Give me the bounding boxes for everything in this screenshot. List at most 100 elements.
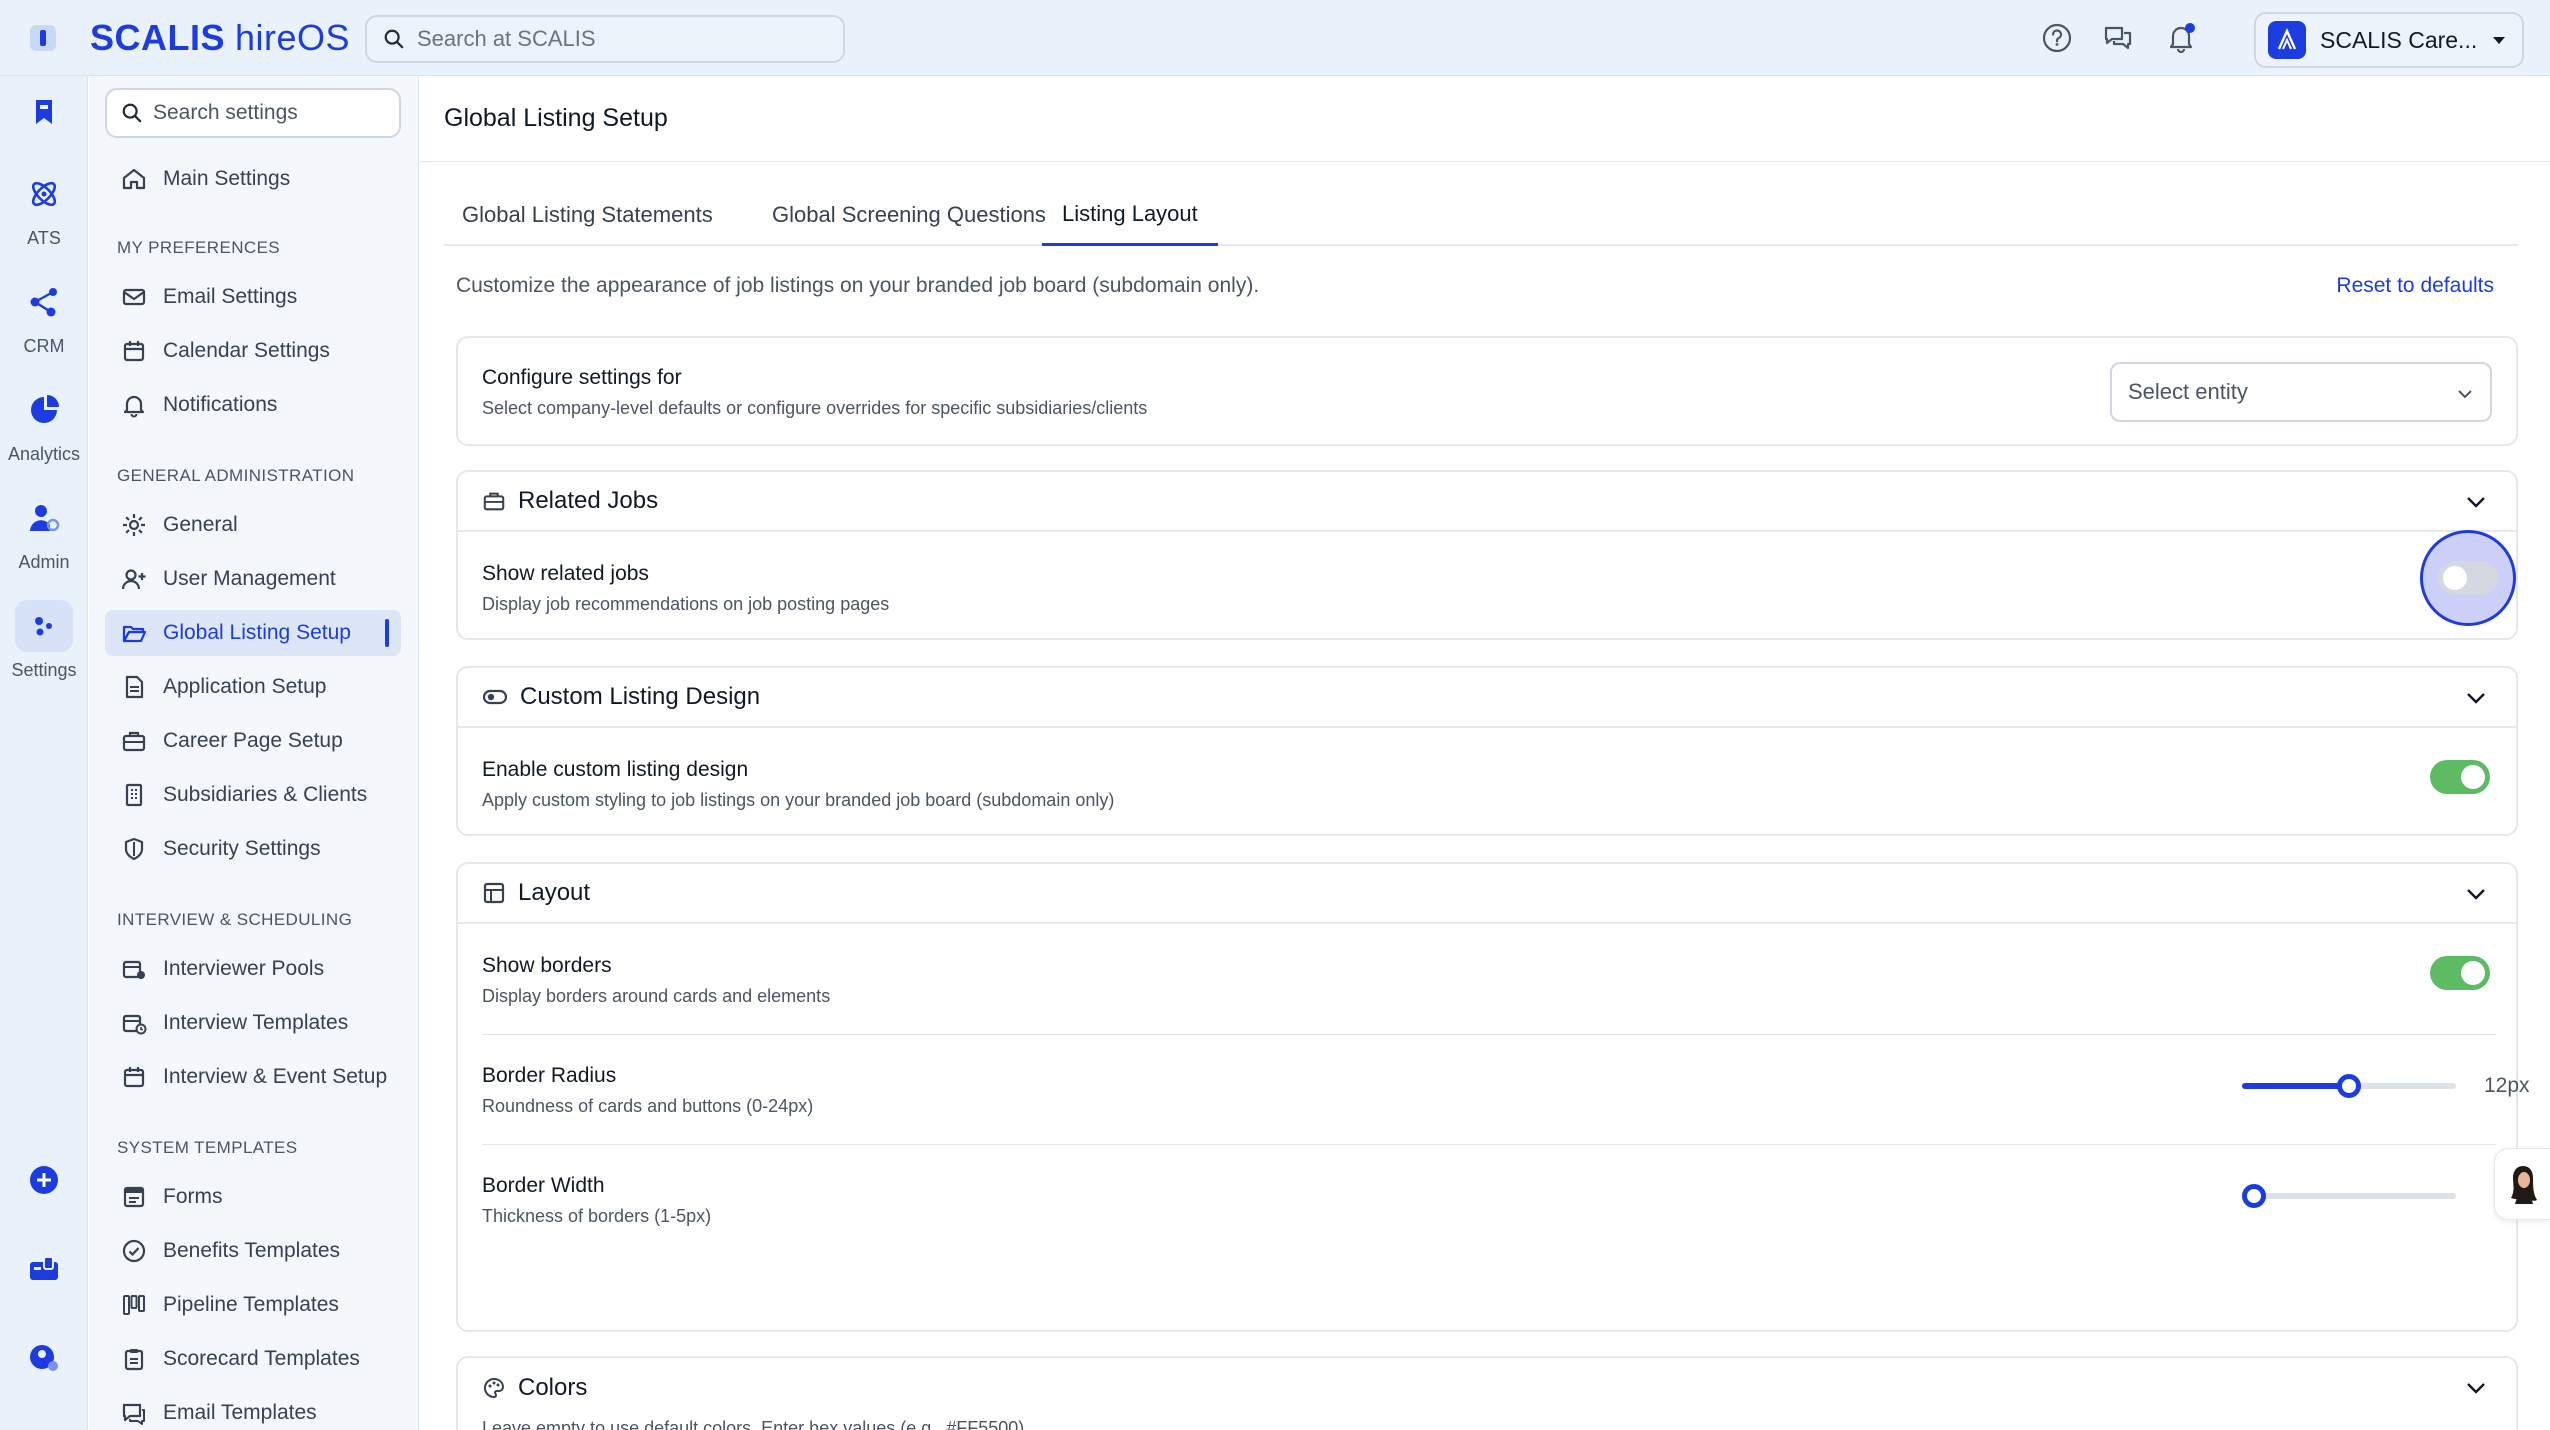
rail-inbox[interactable] [0, 1244, 88, 1296]
custom-listing-design-header[interactable]: Custom Listing Design [458, 668, 2516, 728]
document-icon [121, 674, 147, 700]
sidebar-item-label: General [163, 513, 238, 536]
colors-header[interactable]: Colors [458, 1358, 2516, 1418]
chevron-down-icon [2464, 882, 2488, 906]
app-switcher-icon[interactable] [29, 24, 57, 52]
rail-admin[interactable]: Admin [0, 492, 88, 573]
tab-global-screening-questions[interactable]: Global Screening Questions [772, 184, 1046, 246]
module-rail: ATS CRM Analytics Admin Settings [0, 76, 88, 1430]
show-related-jobs-toggle[interactable] [2438, 561, 2498, 595]
account-switcher[interactable]: SCALIS Care... [2254, 12, 2524, 68]
sidebar-item-application-setup[interactable]: Application Setup [105, 664, 401, 710]
sidebar-item-subsidiaries-clients[interactable]: Subsidiaries & Clients [105, 772, 401, 818]
tab-bar: Global Listing Statements Global Screeni… [444, 184, 2518, 246]
sidebar-item-scorecard-templates[interactable]: Scorecard Templates [105, 1336, 401, 1382]
border-width-description: Thickness of borders (1-5px) [482, 1206, 712, 1226]
sidebar-item-career-page-setup[interactable]: Career Page Setup [105, 718, 401, 764]
caret-down-icon [2490, 31, 2508, 49]
sidebar-item-label: Email Settings [163, 285, 298, 308]
help-icon[interactable] [2041, 22, 2073, 54]
reset-to-defaults-link[interactable]: Reset to defaults [2336, 274, 2494, 298]
configure-subtitle: Select company-level defaults or configu… [482, 398, 1148, 418]
home-icon [121, 166, 147, 192]
sidebar-item-label: Scorecard Templates [163, 1347, 360, 1370]
rail-crm[interactable]: CRM [0, 276, 88, 357]
bell-icon[interactable] [2165, 22, 2197, 54]
gear-icon [121, 512, 147, 538]
settings-sidebar: Search settings Main Settings MY PREFERE… [89, 76, 419, 1430]
sidebar-item-benefits-templates[interactable]: Benefits Templates [105, 1228, 401, 1274]
support-chat-button[interactable] [2494, 1148, 2550, 1220]
show-related-jobs-description: Display job recommendations on job posti… [482, 594, 890, 614]
rail-settings[interactable]: Settings [0, 600, 88, 681]
shield-icon [121, 836, 147, 862]
sidebar-item-interviewer-pools[interactable]: Interviewer Pools [105, 946, 401, 992]
border-width-label: Border Width [482, 1174, 605, 1197]
sidebar-item-interview-event-setup[interactable]: Interview & Event Setup [105, 1054, 401, 1100]
settings-search-placeholder: Search settings [153, 101, 298, 124]
sidebar-item-label: User Management [163, 567, 336, 590]
sidebar-item-email-settings[interactable]: Email Settings [105, 274, 401, 320]
sidebar-item-main-settings[interactable]: Main Settings [105, 156, 401, 202]
tab-listing-layout[interactable]: Listing Layout [1042, 184, 1218, 246]
related-jobs-header[interactable]: Related Jobs [458, 472, 2516, 532]
brand-name: SCALIS [90, 17, 226, 58]
sidebar-item-forms[interactable]: Forms [105, 1174, 401, 1220]
brand-logo[interactable]: SCALIS hireOS [90, 15, 350, 61]
show-borders-description: Display borders around cards and element… [482, 986, 831, 1006]
calendar-icon [121, 1064, 147, 1090]
palette-icon [482, 1376, 506, 1400]
rail-bookmarks[interactable] [0, 86, 88, 138]
sidebar-item-pipeline-templates[interactable]: Pipeline Templates [105, 1282, 401, 1328]
enable-custom-design-label: Enable custom listing design [482, 758, 749, 781]
sidebar-item-label: Security Settings [163, 837, 321, 860]
calendar-icon [121, 338, 147, 364]
sidebar-item-label: Forms [163, 1185, 223, 1208]
form-icon [121, 1184, 147, 1210]
section-header-templates: SYSTEM TEMPLATES [117, 1138, 298, 1157]
sidebar-item-email-templates[interactable]: Email Templates [105, 1390, 401, 1430]
rail-profile[interactable] [0, 1332, 88, 1384]
kanban-icon [121, 1292, 147, 1318]
sidebar-item-label: Career Page Setup [163, 729, 343, 752]
slider-handle[interactable] [2337, 1074, 2361, 1098]
enable-custom-design-toggle[interactable] [2430, 760, 2490, 794]
page-description: Customize the appearance of job listings… [456, 274, 1260, 297]
sidebar-item-label: Application Setup [163, 675, 327, 698]
rail-ats[interactable]: ATS [0, 168, 88, 249]
related-jobs-title: Related Jobs [518, 487, 659, 514]
toggle-icon [482, 685, 508, 709]
rail-analytics[interactable]: Analytics [0, 384, 88, 465]
sidebar-item-calendar-settings[interactable]: Calendar Settings [105, 328, 401, 374]
settings-search-input[interactable]: Search settings [105, 88, 401, 138]
search-icon [121, 102, 143, 124]
layout-header[interactable]: Layout [458, 864, 2516, 924]
border-radius-slider[interactable] [2242, 1074, 2456, 1098]
rail-label-admin: Admin [18, 552, 70, 572]
sidebar-item-security-settings[interactable]: Security Settings [105, 826, 401, 872]
rail-add[interactable] [0, 1154, 88, 1206]
sidebar-item-interview-templates[interactable]: Interview Templates [105, 1000, 401, 1046]
network-icon [15, 276, 73, 328]
tab-global-listing-statements[interactable]: Global Listing Statements [462, 184, 713, 246]
sidebar-item-label: Email Templates [163, 1401, 317, 1424]
sidebar-item-general[interactable]: General [105, 502, 401, 548]
border-width-slider[interactable] [2242, 1184, 2456, 1208]
border-radius-value: 12px [2484, 1074, 2530, 1097]
chevron-down-icon [2464, 490, 2488, 514]
sidebar-item-user-management[interactable]: User Management [105, 556, 401, 602]
show-borders-toggle[interactable] [2430, 956, 2490, 990]
sidebar-item-notifications[interactable]: Notifications [105, 382, 401, 428]
chat-icon[interactable] [2102, 22, 2134, 54]
chevron-down-icon [2464, 686, 2488, 710]
search-icon [383, 28, 405, 50]
entity-select[interactable]: Select entity [2110, 362, 2492, 422]
top-bar: SCALIS hireOS Search at SCALIS SCALIS Ca… [0, 0, 2550, 76]
check-badge-icon [121, 1238, 147, 1264]
slider-handle[interactable] [2242, 1184, 2266, 1208]
global-search-input[interactable]: Search at SCALIS [365, 15, 845, 63]
clipboard-icon [121, 1346, 147, 1372]
mail-icon [121, 284, 147, 310]
settings-dots-icon [15, 600, 73, 652]
sidebar-item-global-listing-setup[interactable]: Global Listing Setup [105, 610, 401, 656]
